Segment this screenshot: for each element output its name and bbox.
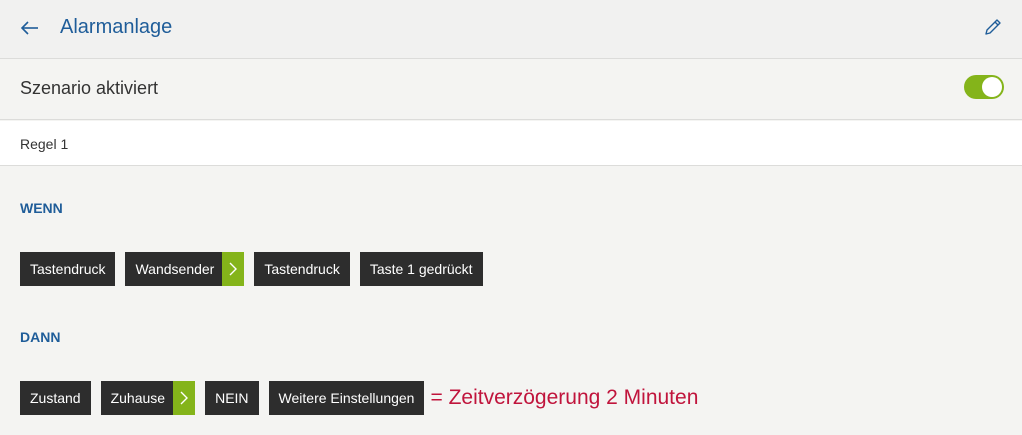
- arrow-left-icon[interactable]: [18, 16, 42, 40]
- chevron-right-icon: [173, 381, 196, 415]
- when-chip-trigger-type[interactable]: Tastendruck: [20, 252, 116, 286]
- rule-row[interactable]: Regel 1: [0, 121, 1022, 166]
- then-chip-value[interactable]: NEIN: [205, 381, 259, 415]
- page-title: Alarmanlage: [60, 16, 173, 38]
- chip-label: Zustand: [30, 390, 81, 406]
- when-chip-event[interactable]: Tastendruck: [254, 252, 350, 286]
- when-chip-row: Tastendruck Wandsender Tastendruck Taste…: [20, 252, 493, 286]
- scenario-toggle[interactable]: [964, 75, 1004, 99]
- when-chip-condition[interactable]: Taste 1 gedrückt: [359, 252, 483, 286]
- chip-label: NEIN: [215, 390, 249, 406]
- chip-label: Tastendruck: [30, 261, 106, 277]
- toggle-knob: [982, 77, 1002, 97]
- scenario-row: Szenario aktiviert: [0, 60, 1022, 120]
- chip-label: Zuhause: [110, 390, 166, 406]
- chip-label: Wandsender: [135, 261, 215, 277]
- top-bar: Alarmanlage: [0, 0, 1022, 59]
- then-chip-row: Zustand Zuhause NEIN Weitere Einstellung…: [20, 381, 698, 415]
- delay-annotation: = Zeitverzögerung 2 Minuten: [430, 386, 699, 409]
- chevron-right-icon: [222, 252, 245, 286]
- chip-label: Weitere Einstellungen: [278, 390, 415, 406]
- then-chip-state[interactable]: Zuhause: [100, 381, 196, 415]
- when-section-label: WENN: [20, 200, 63, 216]
- chip-label: Tastendruck: [264, 261, 340, 277]
- then-chip-more-settings[interactable]: Weitere Einstellungen: [268, 381, 425, 415]
- pencil-icon[interactable]: [983, 17, 1003, 37]
- when-chip-device[interactable]: Wandsender: [125, 252, 245, 286]
- then-section-label: DANN: [20, 329, 61, 345]
- chip-label: Taste 1 gedrückt: [369, 261, 473, 277]
- scenario-label: Szenario aktiviert: [20, 78, 159, 98]
- rule-label: Regel 1: [20, 136, 69, 152]
- then-chip-action-type[interactable]: Zustand: [20, 381, 91, 415]
